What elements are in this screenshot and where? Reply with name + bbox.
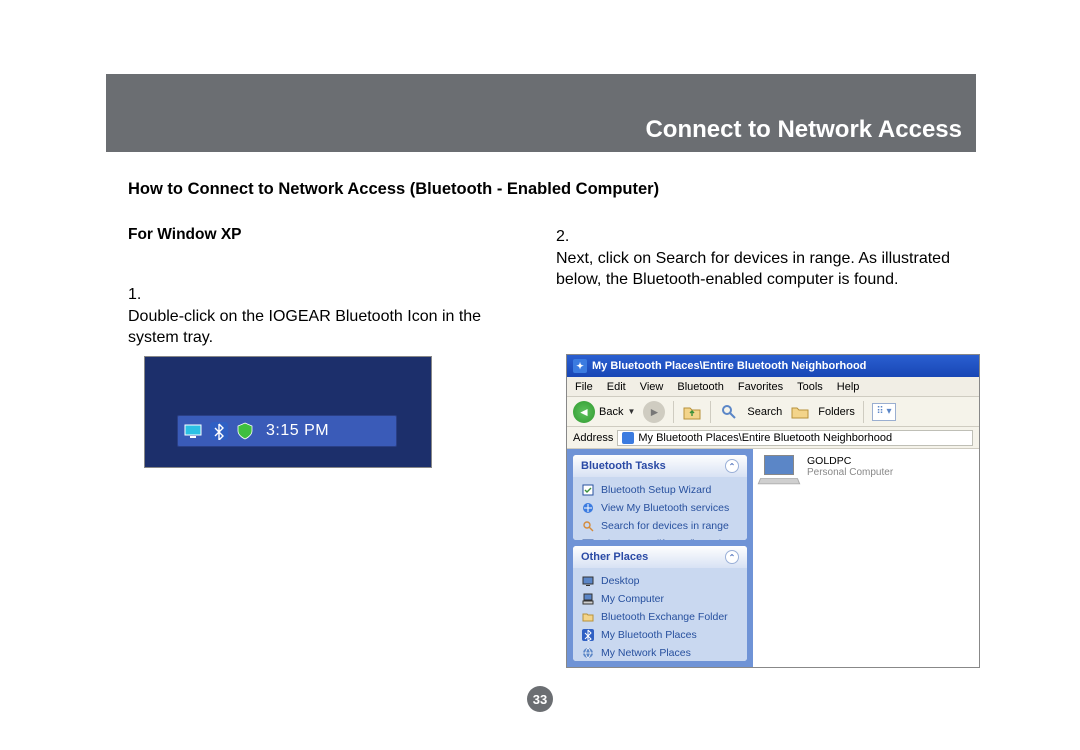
back-label: Back (599, 406, 623, 418)
sidebar: Bluetooth Tasks ⌃ Bluetooth Setup Wizard… (567, 449, 753, 667)
menu-bar: File Edit View Bluetooth Favorites Tools… (567, 377, 979, 397)
sidebar-item-label: My Network Places (601, 647, 691, 659)
sidebar-item[interactable]: View My Bluetooth services (573, 499, 747, 517)
step-1-number: 1. (128, 284, 150, 306)
sidebar-item[interactable]: View or modify configuration (573, 535, 747, 540)
toolbar-separator (710, 401, 711, 423)
sidebar-item-label: Bluetooth Exchange Folder (601, 611, 728, 623)
collapse-icon[interactable]: ⌃ (725, 550, 739, 564)
tray-clock: 3:15 PM (266, 422, 329, 440)
wizard-icon (581, 483, 595, 497)
device-item[interactable]: GOLDPC Personal Computer (759, 455, 973, 485)
collapse-icon[interactable]: ⌃ (725, 459, 739, 473)
folders-icon (790, 402, 810, 422)
sidebar-item-label: My Bluetooth Places (601, 629, 697, 641)
search-icon (719, 402, 739, 422)
address-label: Address (573, 432, 613, 444)
os-subheading: For Window XP (128, 226, 242, 244)
back-button[interactable]: ◄ Back ▼ (573, 401, 635, 423)
step-1-text: Double-click on the IOGEAR Bluetooth Ico… (128, 306, 482, 349)
sidebar-item[interactable]: My Network Places (573, 644, 747, 661)
sidebar-item-label: My Computer (601, 593, 664, 605)
folder-icon (581, 610, 595, 624)
panel-other-places: Other Places ⌃ Desktop My Computer Bluetoo… (573, 546, 747, 661)
back-icon: ◄ (573, 401, 595, 423)
step-2-text: Next, click on Search for devices in ran… (556, 248, 950, 291)
shield-icon (234, 420, 256, 442)
toolbar: ◄ Back ▼ ► Search Folders ⠿ ▾ (567, 397, 979, 427)
window-titlebar: ✦ My Bluetooth Places\Entire Bluetooth N… (567, 355, 979, 377)
panel-title: Other Places (581, 551, 648, 563)
address-icon (622, 432, 634, 444)
up-folder-button[interactable] (682, 402, 702, 422)
menu-help[interactable]: Help (837, 381, 860, 393)
menu-file[interactable]: File (575, 381, 593, 393)
page-title: Connect to Network Access (106, 108, 976, 152)
toolbar-separator (673, 401, 674, 423)
section-heading: How to Connect to Network Access (Blueto… (128, 180, 659, 199)
step-2: 2. Next, click on Search for devices in … (556, 226, 976, 291)
folders-button[interactable]: Folders (818, 406, 855, 418)
device-type: Personal Computer (807, 467, 893, 478)
system-tray: 3:15 PM (177, 415, 397, 447)
panel-header[interactable]: Other Places ⌃ (573, 546, 747, 568)
bluetooth-icon (208, 420, 230, 442)
sidebar-item[interactable]: Search for devices in range (573, 517, 747, 535)
page-number: 33 (527, 686, 553, 712)
sidebar-item[interactable]: My Bluetooth Places (573, 626, 747, 644)
sidebar-item[interactable]: My Computer (573, 590, 747, 608)
sidebar-item[interactable]: Bluetooth Exchange Folder (573, 608, 747, 626)
address-bar: Address My Bluetooth Places\Entire Bluet… (567, 427, 979, 449)
panel-title: Bluetooth Tasks (581, 460, 666, 472)
sidebar-item[interactable]: Bluetooth Setup Wizard (573, 481, 747, 499)
screenshot-explorer: ✦ My Bluetooth Places\Entire Bluetooth N… (566, 354, 980, 668)
screenshot-systray: 3:15 PM (144, 356, 432, 468)
window-title: My Bluetooth Places\Entire Bluetooth Nei… (592, 360, 866, 372)
device-name: GOLDPC (807, 455, 893, 467)
step-1: 1. Double-click on the IOGEAR Bluetooth … (128, 284, 508, 349)
window-icon: ✦ (573, 359, 587, 373)
menu-edit[interactable]: Edit (607, 381, 626, 393)
sidebar-item[interactable]: Desktop (573, 572, 747, 590)
toolbar-separator (863, 401, 864, 423)
sidebar-item-label: View My Bluetooth services (601, 502, 729, 514)
services-icon (581, 501, 595, 515)
sidebar-item-label: Bluetooth Setup Wizard (601, 484, 711, 496)
computer-icon (759, 455, 799, 485)
sidebar-item-label: Desktop (601, 575, 640, 587)
display-icon (182, 420, 204, 442)
desktop-icon (581, 574, 595, 588)
panel-header[interactable]: Bluetooth Tasks ⌃ (573, 455, 747, 477)
panel-bluetooth-tasks: Bluetooth Tasks ⌃ Bluetooth Setup Wizard… (573, 455, 747, 540)
sidebar-item-label: View or modify configuration (601, 538, 733, 540)
address-input[interactable]: My Bluetooth Places\Entire Bluetooth Nei… (617, 430, 973, 446)
network-places-icon (581, 646, 595, 660)
views-button[interactable]: ⠿ ▾ (872, 403, 896, 421)
config-icon (581, 537, 595, 540)
menu-favorites[interactable]: Favorites (738, 381, 783, 393)
menu-view[interactable]: View (640, 381, 664, 393)
sidebar-item-label: Search for devices in range (601, 520, 729, 532)
search-button[interactable]: Search (747, 406, 782, 418)
menu-tools[interactable]: Tools (797, 381, 823, 393)
mycomputer-icon (581, 592, 595, 606)
search-devices-icon (581, 519, 595, 533)
forward-button[interactable]: ► (643, 401, 665, 423)
bt-places-icon (581, 628, 595, 642)
menu-bluetooth[interactable]: Bluetooth (677, 381, 723, 393)
address-value: My Bluetooth Places\Entire Bluetooth Nei… (638, 432, 892, 444)
step-2-number: 2. (556, 226, 578, 248)
content-pane: GOLDPC Personal Computer (753, 449, 979, 667)
